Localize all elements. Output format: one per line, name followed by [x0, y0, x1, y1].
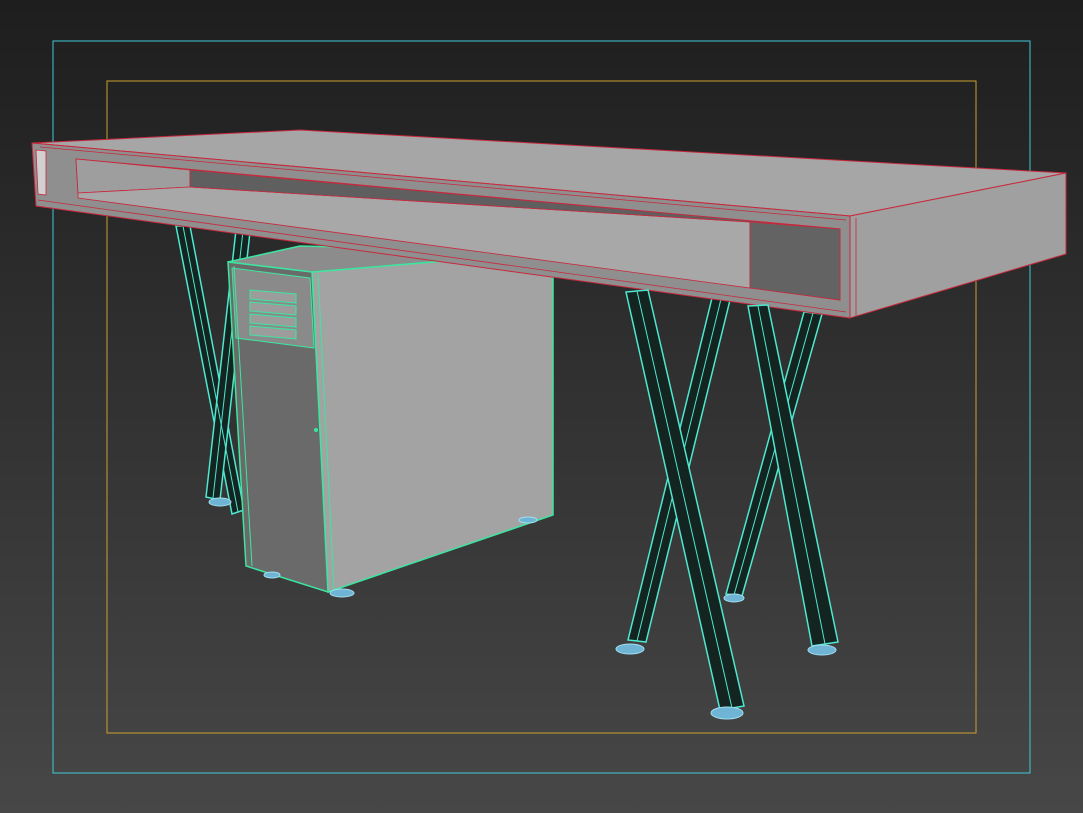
leg-foot [710, 706, 744, 720]
desk-left-end [35, 149, 47, 196]
leg-foot [807, 644, 837, 656]
desk-shelf-end [749, 221, 841, 301]
leg-foot [615, 643, 645, 655]
pc-power-button[interactable] [314, 428, 318, 432]
3d-viewport[interactable] [0, 0, 1083, 813]
pc-foot [329, 588, 355, 598]
leg-foot [723, 593, 745, 603]
pc-tower[interactable] [227, 245, 554, 598]
pc-foot [263, 571, 281, 579]
pc-side-face[interactable] [311, 251, 554, 594]
viewport-scene[interactable] [0, 0, 1083, 813]
pc-foot [518, 516, 538, 524]
leg-foot [208, 497, 232, 507]
